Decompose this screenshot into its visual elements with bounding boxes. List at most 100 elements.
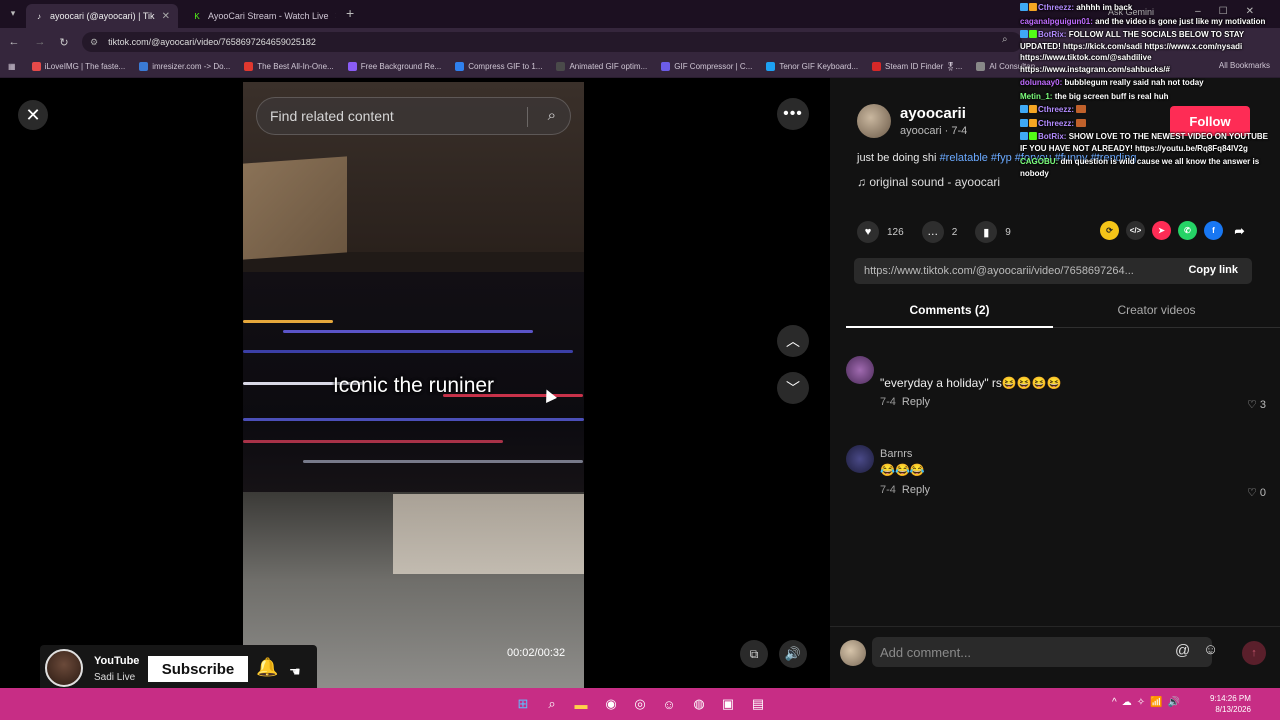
share-options: ⟳ </> ➤ ✆ f ➦ — [1100, 221, 1256, 240]
chat-message: Metin_1: the big screen buff is real huh — [1020, 91, 1169, 101]
notepad-icon[interactable]: ▤ — [749, 695, 767, 713]
save-button[interactable]: ▮ 9 — [975, 221, 1011, 243]
video-link-text: https://www.tiktok.com/@ayoocarii/video/… — [864, 265, 1134, 277]
new-tab-button[interactable]: + — [346, 5, 354, 21]
chat-message: Cthreezz: — [1020, 118, 1276, 130]
excel-icon[interactable]: ▣ — [719, 695, 737, 713]
embed-icon[interactable]: </> — [1126, 221, 1145, 240]
add-comment-input[interactable]: Add comment... — [872, 637, 1212, 667]
url-text: tiktok.com/@ayoocari/video/7658697264659… — [108, 37, 316, 47]
search-icon[interactable]: ⌕ — [543, 695, 561, 713]
mention-icon[interactable]: @ — [1175, 642, 1190, 659]
windows-taskbar: ⊞ ⌕ ▬ ◉ ◎ ☺ ◍ ▣ ▤ ^☁✧📶🔊 9:14:26 PM 8/13/2… — [0, 688, 1280, 720]
forward-icon[interactable]: → — [32, 34, 48, 50]
engagement-stats: ♥ 126 … 2 ▮ 9 — [857, 221, 1029, 243]
like-button[interactable]: ♥ 126 — [857, 221, 904, 243]
comment-item: Barnrs 😂😂😂 7-4 Reply ♡ 0 — [846, 445, 1266, 505]
back-icon[interactable]: ← — [6, 34, 22, 50]
heart-icon: ♥ — [857, 221, 879, 243]
tab-tiktok[interactable]: ♪ ayoocari (@ayoocari) | Tik ✕ — [26, 4, 178, 28]
channel-name: Sadi Live — [94, 672, 136, 683]
original-sound-link[interactable]: ♫ original sound - ayoocari — [857, 175, 1000, 189]
discord-icon[interactable]: ☺ — [660, 695, 678, 713]
creator-avatar[interactable] — [857, 104, 891, 138]
more-options-icon[interactable]: ••• — [777, 98, 809, 130]
tab-search-icon[interactable]: ▾ — [6, 6, 20, 20]
system-tray[interactable]: ^☁✧📶🔊 — [1112, 697, 1185, 708]
comment-text: 😂😂😂 — [880, 463, 925, 477]
details-tabs: Comments (2) Creator videos — [846, 296, 1280, 328]
volume-icon[interactable]: 🔊 — [779, 640, 807, 668]
system-clock[interactable]: 9:14:26 PM 8/13/2026 — [1210, 693, 1251, 715]
emote-icon — [1076, 105, 1087, 113]
send-to-friends-icon[interactable]: ➤ — [1152, 221, 1171, 240]
creator-name[interactable]: ayoocarii — [900, 105, 966, 122]
file-explorer-icon[interactable]: ▬ — [572, 695, 590, 713]
reply-button[interactable]: Reply — [902, 396, 930, 408]
commenter-avatar[interactable] — [846, 356, 874, 384]
bookmark-item[interactable]: Steam ID Finder 🎖... — [872, 62, 962, 71]
commenter-name[interactable]: Barnrs — [880, 448, 912, 460]
facebook-icon[interactable]: f — [1204, 221, 1223, 240]
creator-subtitle: ayoocari · 7-4 — [900, 125, 968, 137]
zoom-icon[interactable]: ⌕ — [1002, 34, 1008, 45]
comment-like-button[interactable]: ♡ 0 — [1247, 486, 1266, 499]
windows-start-icon[interactable]: ⊞ — [514, 695, 532, 713]
apps-icon[interactable]: ▦ — [8, 62, 16, 71]
chat-message: Cthreezz: — [1020, 104, 1276, 116]
find-related-search[interactable]: Find related content ⌕ — [256, 97, 571, 135]
search-placeholder: Find related content — [270, 108, 394, 124]
tab-title: ayoocari (@ayoocari) | Tik — [50, 11, 155, 21]
tab-title: AyooCari Stream - Watch Live — [208, 11, 329, 21]
send-comment-icon[interactable]: ↑ — [1242, 641, 1266, 665]
bookmark-item[interactable]: iLoveIMG | The faste... — [31, 62, 125, 71]
emoji-icon[interactable]: ☺ — [1203, 641, 1218, 658]
close-tab-icon[interactable]: ✕ — [156, 11, 170, 22]
chat-message: caganalpguigun01: and the video is gone … — [1020, 16, 1266, 26]
bookmark-item[interactable]: imresizer.com -> Do... — [139, 62, 230, 71]
chrome-icon[interactable]: ◎ — [631, 695, 649, 713]
video-player[interactable]: Iconic the runiner — [243, 82, 584, 688]
next-video-chevron-down-icon[interactable]: ﹀ — [777, 372, 809, 404]
picture-in-picture-icon[interactable]: ⧉ — [740, 640, 768, 668]
video-link-field[interactable]: https://www.tiktok.com/@ayoocarii/video/… — [854, 258, 1252, 284]
bell-icon[interactable]: 🔔 — [256, 657, 278, 678]
subscribe-button[interactable]: Subscribe — [148, 656, 248, 682]
comment-like-button[interactable]: ♡ 3 — [1247, 398, 1266, 411]
bookmark-item[interactable]: Animated GIF optim... — [556, 62, 647, 71]
search-icon[interactable]: ⌕ — [548, 107, 556, 124]
close-tab-icon[interactable]: ✕ — [329, 11, 336, 22]
previous-video-chevron-up-icon[interactable]: ︿ — [777, 325, 809, 357]
comment-item: "everyday a holiday" rs😆😆😆😆 7-4 Reply ♡ 3 — [846, 356, 1266, 416]
spotify-icon[interactable]: ◍ — [690, 695, 708, 713]
address-bar[interactable]: ⚙ tiktok.com/@ayoocari/video/76586972646… — [82, 32, 1022, 52]
repost-icon[interactable]: ⟳ — [1100, 221, 1119, 240]
share-more-icon[interactable]: ➦ — [1230, 221, 1249, 240]
copy-link-button[interactable]: Copy link — [1188, 264, 1238, 276]
bookmark-icon: ▮ — [975, 221, 998, 243]
tab-stream[interactable]: K AyooCari Stream - Watch Live ✕ — [184, 4, 336, 28]
obs-icon[interactable]: ◉ — [602, 695, 620, 713]
reload-icon[interactable]: ↻ — [56, 34, 72, 50]
emote-icon — [1076, 118, 1087, 127]
site-info-icon[interactable]: ⚙ — [90, 37, 98, 48]
video-caption: Iconic the runiner — [332, 374, 495, 397]
reply-button[interactable]: Reply — [902, 484, 930, 496]
chat-message: dolunaay0: bubblegum really said nah not… — [1020, 78, 1204, 87]
hand-cursor-icon: ☚ — [289, 664, 301, 679]
bookmark-item[interactable]: GIF Compressor | C... — [661, 62, 752, 71]
whatsapp-icon[interactable]: ✆ — [1178, 221, 1197, 240]
tab-creator-videos[interactable]: Creator videos — [1053, 296, 1260, 328]
chat-message: CAGOBU: dm question is wild cause we all… — [1020, 157, 1260, 178]
comment-button[interactable]: … 2 — [921, 221, 957, 243]
bookmark-item[interactable]: Tenor GIF Keyboard... — [766, 62, 858, 71]
chat-message: BotRix: FOLLOW ALL THE SOCIALS BELOW TO … — [1020, 30, 1244, 74]
video-timecode: 00:02/00:32 — [507, 647, 566, 659]
close-video-button[interactable]: ✕ — [18, 100, 48, 130]
chat-message: BotRix: SHOW LOVE TO THE NEWEST VIDEO ON… — [1020, 132, 1268, 153]
bookmark-item[interactable]: The Best All-In-One... — [244, 62, 334, 71]
bookmark-item[interactable]: Free Background Re... — [347, 62, 441, 71]
tab-comments[interactable]: Comments (2) — [846, 296, 1053, 328]
commenter-avatar[interactable] — [846, 445, 874, 473]
bookmark-item[interactable]: Compress GIF to 1... — [455, 62, 542, 71]
